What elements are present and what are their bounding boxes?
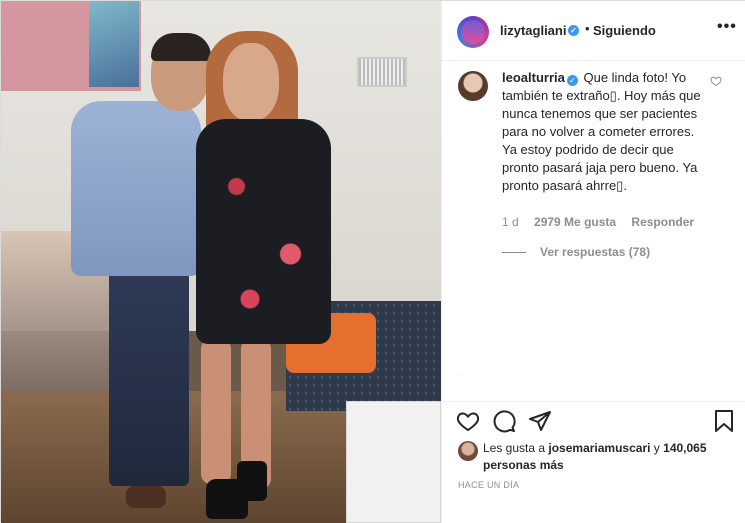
- comment-time: 1 d: [502, 215, 519, 229]
- action-bar: [442, 401, 745, 439]
- separator-dot: •: [585, 21, 590, 36]
- post-timestamp[interactable]: HACE UN DÍA: [458, 480, 519, 490]
- comment-body: leoalturria ✓ Que linda foto! Yo también …: [502, 69, 702, 195]
- comment-likes-count[interactable]: 2979 Me gusta: [534, 215, 616, 229]
- likes-text: Les gusta a josemariamuscari y 140,065 p…: [483, 440, 733, 474]
- replies-divider: [502, 252, 526, 254]
- likes-prefix: Les gusta a: [483, 441, 546, 455]
- bookmark-icon[interactable]: [712, 409, 736, 433]
- comment-text: Que linda foto! Yo también te extraño▯. …: [502, 70, 701, 193]
- comment-icon[interactable]: [492, 409, 516, 433]
- post-header: lizytagliani ✓ • Siguiendo •••: [442, 1, 745, 61]
- view-replies-label: Ver respuestas (78): [540, 245, 651, 259]
- reply-button[interactable]: Responder: [631, 215, 694, 229]
- comment-meta: 1 d 2979 Me gusta Responder: [502, 215, 706, 229]
- post-photo[interactable]: [1, 1, 441, 523]
- liker-username[interactable]: josemariamuscari: [548, 441, 650, 455]
- following-button[interactable]: Siguiendo: [593, 23, 656, 38]
- commenter-username[interactable]: leoalturria: [502, 70, 565, 85]
- likes-summary: Les gusta a josemariamuscari y 140,065 p…: [442, 437, 745, 473]
- comment-like-heart-icon[interactable]: [710, 75, 722, 87]
- author-username[interactable]: lizytagliani: [500, 23, 566, 38]
- author-avatar[interactable]: [457, 16, 489, 48]
- verified-badge-icon: ✓: [568, 25, 579, 36]
- instagram-post-modal: lizytagliani ✓ • Siguiendo ••• leoalturr…: [0, 0, 745, 523]
- liker-avatar[interactable]: [458, 441, 478, 461]
- heart-icon[interactable]: [456, 409, 480, 433]
- share-icon[interactable]: [528, 409, 552, 433]
- likes-conjunction: y: [653, 441, 660, 455]
- view-replies-button[interactable]: Ver respuestas (78): [502, 245, 650, 259]
- commenter-avatar[interactable]: [458, 71, 488, 101]
- verified-badge-icon: ✓: [566, 75, 578, 86]
- comments-section: leoalturria ✓ Que linda foto! Yo también …: [442, 61, 745, 401]
- post-side-panel: lizytagliani ✓ • Siguiendo ••• leoalturr…: [441, 1, 745, 523]
- photo-marker: ·: [460, 370, 463, 379]
- more-options-icon[interactable]: •••: [717, 18, 737, 36]
